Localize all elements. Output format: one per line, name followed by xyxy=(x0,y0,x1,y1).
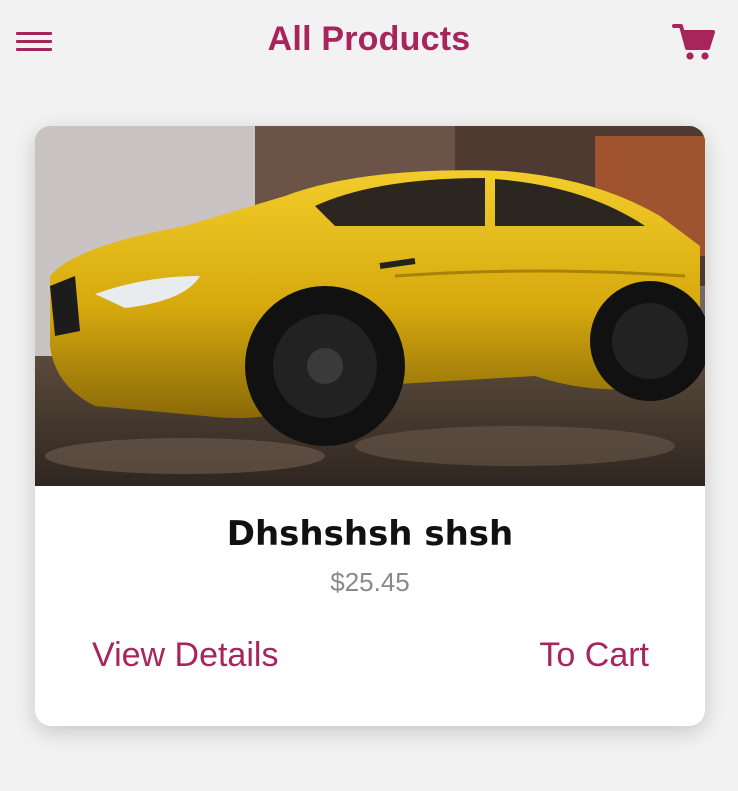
product-image[interactable] xyxy=(35,126,705,486)
product-name: Dhshshsh shsh xyxy=(226,514,514,554)
page-title: All Products xyxy=(267,20,471,58)
add-to-cart-button[interactable]: To Cart xyxy=(539,636,649,675)
shopping-cart-icon[interactable] xyxy=(672,22,716,62)
product-card[interactable]: Dhshshsh shsh $25.45 View Details To Car… xyxy=(35,126,705,726)
view-details-button[interactable]: View Details xyxy=(92,636,278,675)
product-price: $25.45 xyxy=(330,567,410,597)
app-bar: All Products xyxy=(0,0,738,85)
